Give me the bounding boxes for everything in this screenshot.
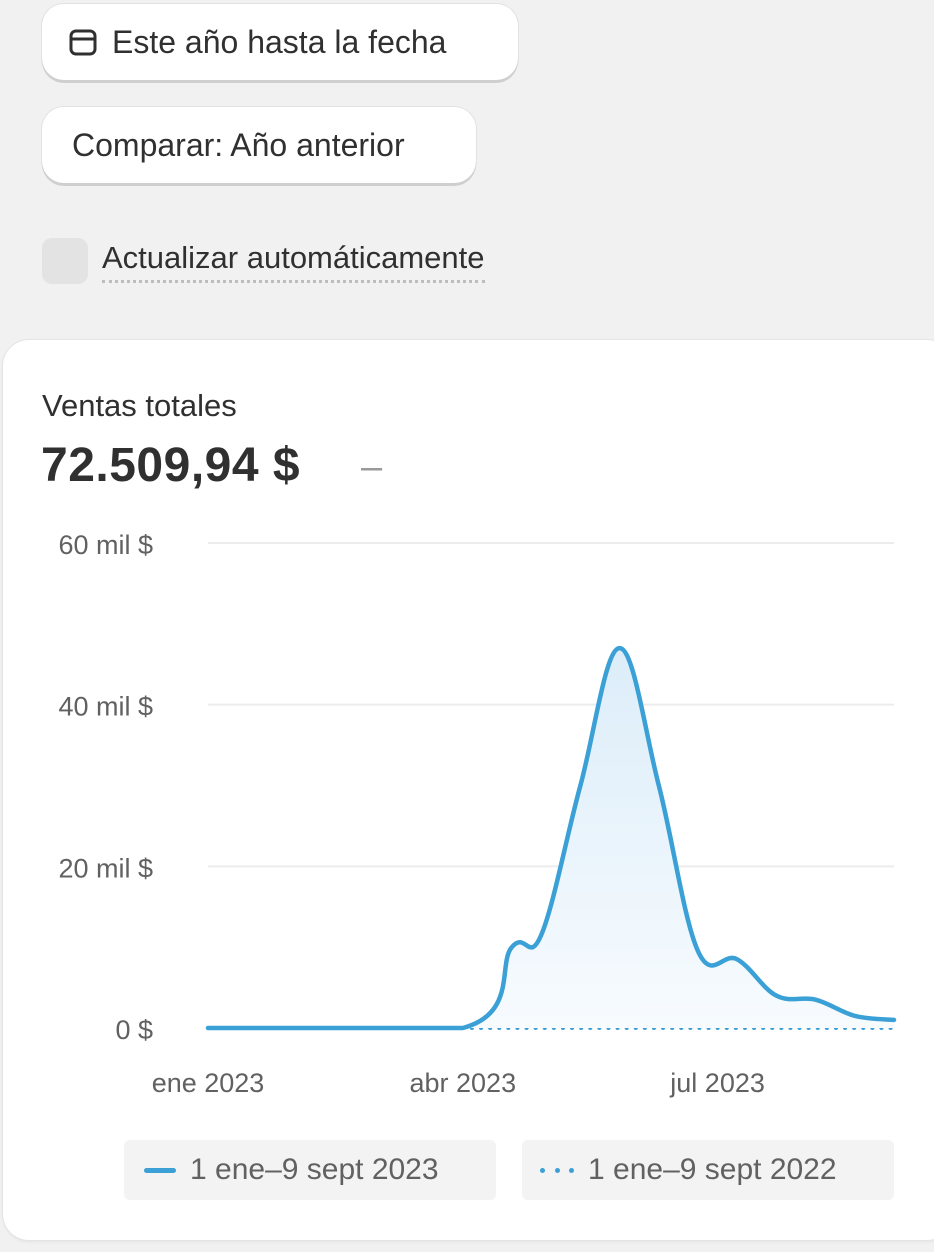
auto-update-label[interactable]: Actualizar automáticamente xyxy=(102,240,485,283)
calendar-icon xyxy=(68,27,98,57)
x-tick-label: jul 2023 xyxy=(669,1068,765,1098)
legend-label-current: 1 ene–9 sept 2023 xyxy=(190,1153,439,1186)
legend-label-previous: 1 ene–9 sept 2022 xyxy=(588,1153,837,1186)
y-tick-label: 20 mil $ xyxy=(58,853,153,883)
y-tick-label: 60 mil $ xyxy=(58,530,153,560)
x-tick-label: abr 2023 xyxy=(410,1068,517,1098)
y-tick-label: 40 mil $ xyxy=(58,692,153,722)
date-range-button[interactable]: Este año hasta la fecha xyxy=(42,4,518,80)
auto-update-toggle[interactable]: Actualizar automáticamente xyxy=(42,238,485,284)
auto-update-checkbox[interactable] xyxy=(42,238,88,284)
legend-dotted-swatch xyxy=(540,1167,574,1173)
sales-chart: 0 $ 20 mil $ 40 mil $ 60 mil $ ene 2023 abr 2… xyxy=(58,530,897,1098)
compare-label: Comparar: Año anterior xyxy=(72,126,405,163)
x-tick-label: ene 2023 xyxy=(152,1068,265,1098)
legend-item-previous[interactable]: 1 ene–9 sept 2022 xyxy=(522,1140,894,1200)
date-range-label: Este año hasta la fecha xyxy=(112,23,447,60)
legend-item-current[interactable]: 1 ene–9 sept 2023 xyxy=(124,1140,496,1200)
y-tick-label: 0 $ xyxy=(115,1015,153,1045)
legend-solid-swatch xyxy=(144,1167,176,1173)
compare-button[interactable]: Comparar: Año anterior xyxy=(42,107,476,183)
sales-card: Ventas totales 72.509,94 $ – 0 $20 mil $… xyxy=(3,340,934,1240)
